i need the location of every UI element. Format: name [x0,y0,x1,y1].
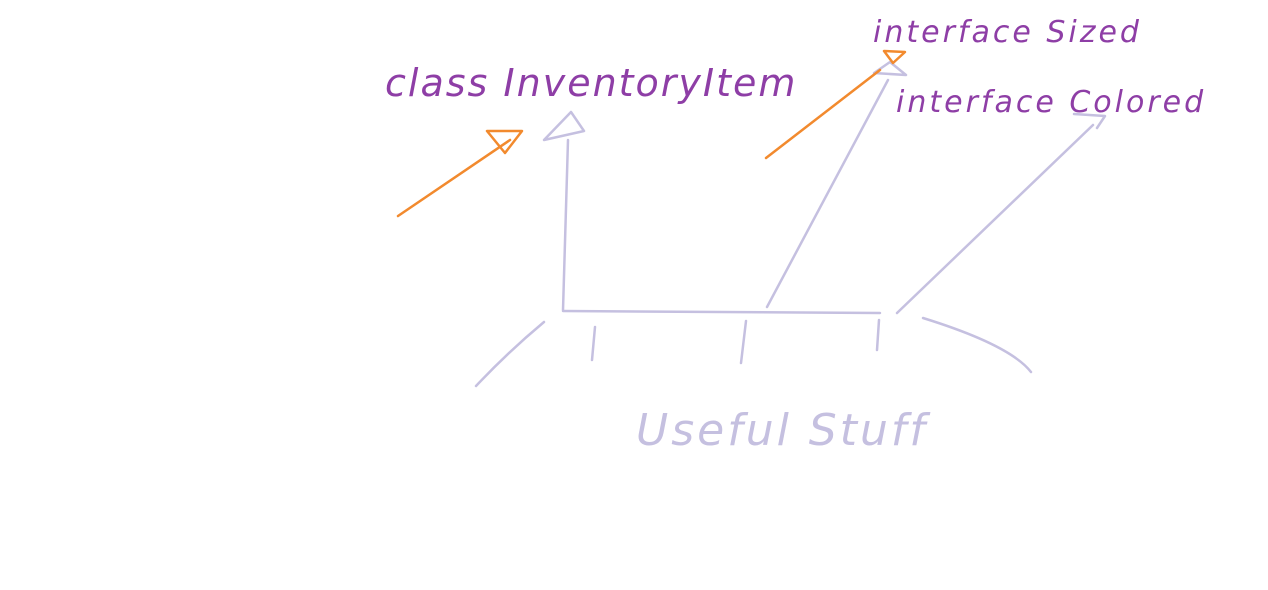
class-hierarchy-sketch: class InventoryItem interface Sized inte… [0,0,1268,590]
label-useful-stuff: Useful Stuff [636,405,931,456]
label-interface-sized: interface Sized [873,15,1142,50]
label-interface-colored: interface Colored [896,85,1206,120]
label-class-inventory-item: class InventoryItem [385,61,797,105]
